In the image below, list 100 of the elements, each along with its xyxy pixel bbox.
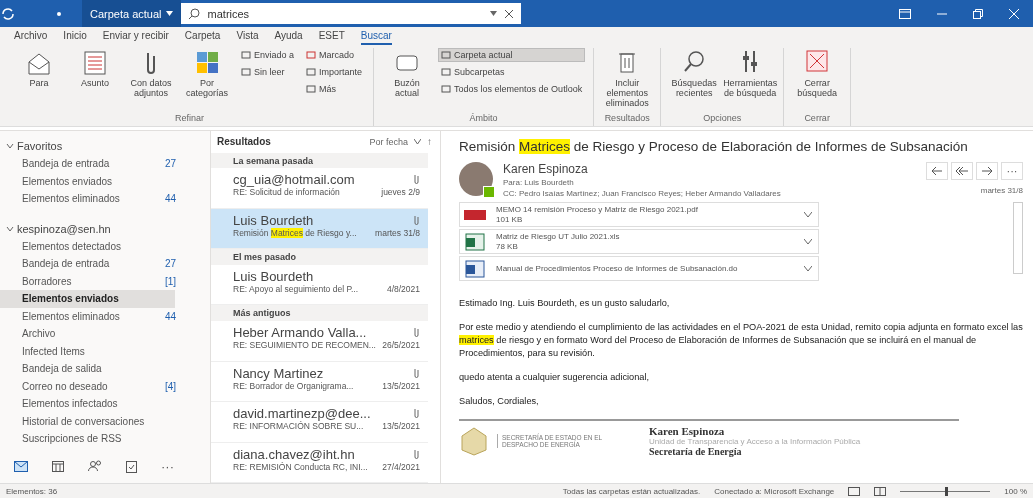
ribbon-button[interactable]: Subcarpetas — [438, 65, 586, 79]
ribbon-tab[interactable]: Carpeta — [184, 30, 221, 45]
folder-item[interactable]: Elementos eliminados 44 — [0, 190, 210, 208]
folder-item[interactable]: Infected Items — [0, 342, 210, 360]
calendar-icon[interactable] — [52, 460, 64, 472]
folder-item[interactable]: Historial de conversaciones — [0, 412, 210, 430]
chevron-down-icon — [804, 238, 812, 245]
ribbon-button[interactable]: Carpeta actual — [438, 48, 586, 62]
group-header[interactable]: El mes pasado — [211, 249, 428, 266]
ribbon-tab[interactable]: Enviar y recibir — [102, 30, 169, 45]
ribbon-button[interactable]: Herramientas de búsqueda — [725, 48, 776, 98]
ribbon-button[interactable]: Asunto — [70, 48, 120, 88]
folder-name: Elementos detectados — [22, 240, 121, 252]
search-field[interactable]: matrices — [180, 3, 521, 24]
close-icon[interactable] — [1009, 8, 1019, 19]
ribbon-tab[interactable]: Inicio — [63, 30, 87, 45]
group-header[interactable]: Más antiguos — [211, 305, 428, 322]
ribbon-tab[interactable]: Archivo — [14, 30, 48, 45]
ribbon-button[interactable]: Incluir elementos eliminados — [602, 48, 653, 108]
message-date: jueves 2/9 — [381, 187, 420, 198]
zoom-thumb[interactable] — [945, 486, 949, 496]
attachment-name: Manual de Procedimientos Proceso de Informes de Subsanación.do — [496, 263, 739, 274]
folder-name: Correo no deseado — [22, 380, 108, 392]
message-item[interactable]: Luis Bourdeth Remisión Matrices de Riesgo y... martes 31/8 — [211, 208, 428, 250]
ribbon-button[interactable]: Por categorías — [182, 48, 232, 98]
normal-view-icon[interactable] — [848, 486, 861, 496]
message-item[interactable]: Heber Armando Valla... RE: SEGUIMIENTO DE RECOMEN... 26/5/2021 — [211, 321, 428, 362]
more-button[interactable]: ··· — [161, 458, 174, 474]
ribbon-button[interactable]: Todos los elementos de Outlook — [438, 82, 586, 96]
folder-group[interactable]: kespinoza@sen.hn — [0, 219, 210, 238]
search-icon — [188, 8, 200, 19]
ribbon-button[interactable]: Importante — [303, 65, 366, 79]
folder-item[interactable]: Elementos detectados — [0, 237, 210, 255]
caret-icon — [165, 11, 173, 16]
folder-item[interactable]: Elementos enviados — [0, 172, 210, 190]
spreadsheet-icon — [464, 232, 486, 251]
folder-name: Elementos eliminados — [22, 310, 120, 322]
folder-group[interactable]: Favoritos — [0, 137, 210, 155]
group-label: Resultados — [603, 113, 651, 125]
attachment[interactable]: MEMO 14 remisión Proceso y Matriz de Riesgo 2021.pdf 101 KB — [459, 202, 819, 227]
unread-count: 27 — [164, 258, 176, 270]
mail-icon[interactable] — [14, 460, 28, 472]
message-item[interactable]: diana.chavez@iht.hn RE: REMISIÓN Conducta RC, INI... 27/4/2021 — [211, 442, 428, 483]
folder-item[interactable]: Bandeja de entrada 27 — [0, 155, 210, 173]
sender-name: Luis Bourdeth — [233, 212, 314, 228]
message-date: 13/5/2021 — [382, 380, 420, 391]
folder-name: Elementos enviados — [22, 175, 113, 187]
restore-icon[interactable] — [973, 8, 983, 19]
ribbon-button[interactable]: Para — [14, 48, 64, 88]
signature-office: Secretaría de Energía — [649, 446, 743, 457]
ribbon-button[interactable]: Enviado a — [238, 48, 298, 62]
results-title: Resultados — [217, 136, 271, 148]
group-header[interactable]: La semana pasada — [211, 152, 428, 169]
folder-item[interactable]: Suscripciones de RSS — [0, 430, 210, 448]
message-date: 26/5/2021 — [382, 340, 420, 351]
folder-item[interactable]: Elementos infectados — [0, 395, 210, 413]
folder-item[interactable]: Elementos eliminados 44 — [0, 307, 210, 325]
sync-icon[interactable] — [0, 6, 16, 21]
folder-item[interactable]: Borradores [1] — [0, 272, 210, 290]
message-preview: RE: Solicitud de información — [233, 187, 340, 198]
attachment-name: MEMO 14 remisión Proceso y Matriz de Riesgo 2021.pdf 101 KB — [496, 204, 699, 225]
message-preview: RE: REMISIÓN Conducta RC, INI... — [233, 461, 368, 472]
ribbon-tab[interactable]: Ayuda — [274, 30, 303, 45]
ribbon-tab[interactable]: Vista — [236, 30, 259, 45]
message-preview: RE: INFORMACIÓN SOBRE SU... — [233, 421, 364, 432]
ribbon-button[interactable]: Con datos adjuntos — [126, 48, 176, 98]
attachment[interactable]: Manual de Procedimientos Proceso de Informes de Subsanación.do — [459, 256, 819, 281]
ribbon-button[interactable]: Marcado — [303, 48, 366, 62]
folder-item[interactable]: Elementos enviados — [0, 290, 175, 308]
more-button[interactable]: ··· — [1001, 162, 1023, 180]
customize-icon[interactable] — [56, 10, 62, 17]
caret-icon — [489, 11, 497, 16]
folder-item[interactable]: Archivo — [0, 325, 210, 343]
scrollbar[interactable] — [1013, 202, 1023, 274]
people-icon[interactable] — [88, 460, 102, 472]
ribbon-display-icon[interactable] — [899, 8, 911, 19]
connection-status: Conectado a: Microsoft Exchange — [714, 486, 835, 496]
ribbon-button[interactable]: Búsquedas recientes — [669, 48, 720, 98]
sort-direction-button[interactable]: ↑ — [427, 136, 432, 148]
folder-item[interactable]: Correo no deseado [4] — [0, 377, 210, 395]
ribbon-button[interactable]: Sin leer — [238, 65, 298, 79]
reply-all-button[interactable] — [951, 162, 973, 180]
scope-dropdown[interactable]: Carpeta actual — [82, 0, 181, 27]
ribbon-button[interactable]: Buzón actual — [382, 48, 433, 98]
message-item[interactable]: Nancy Martinez RE: Borrador de Organigrama... 13/5/2021 — [211, 361, 428, 403]
message-item[interactable]: david.martinezp@dee... RE: INFORMACIÓN SOBRE SU... 13/5/2021 — [211, 402, 428, 443]
tasks-icon[interactable] — [126, 459, 137, 473]
ribbon-button[interactable]: Cerrar búsqueda — [792, 48, 843, 98]
sort-dropdown[interactable]: Por fecha — [369, 136, 408, 147]
recipients: Para: Luis Bourdeth — [503, 178, 575, 187]
message-item[interactable]: cg_uia@hotmail.com RE: Solicitud de información jueves 2/9 — [211, 168, 428, 209]
ribbon-tab[interactable]: ESET — [318, 30, 345, 45]
folder-item[interactable]: Bandeja de entrada 27 — [0, 255, 210, 273]
ribbon-button[interactable]: Más — [303, 82, 366, 96]
folder-name: Bandeja de salida — [22, 363, 102, 375]
reading-view-icon[interactable] — [874, 486, 887, 496]
message-date: martes 31/8 — [980, 186, 1023, 195]
message-date: 13/5/2021 — [382, 421, 420, 432]
attachment[interactable]: Matriz de Riesgo UT Julio 2021.xls 78 KB — [459, 229, 819, 254]
folder-item[interactable]: Bandeja de salida — [0, 360, 210, 378]
